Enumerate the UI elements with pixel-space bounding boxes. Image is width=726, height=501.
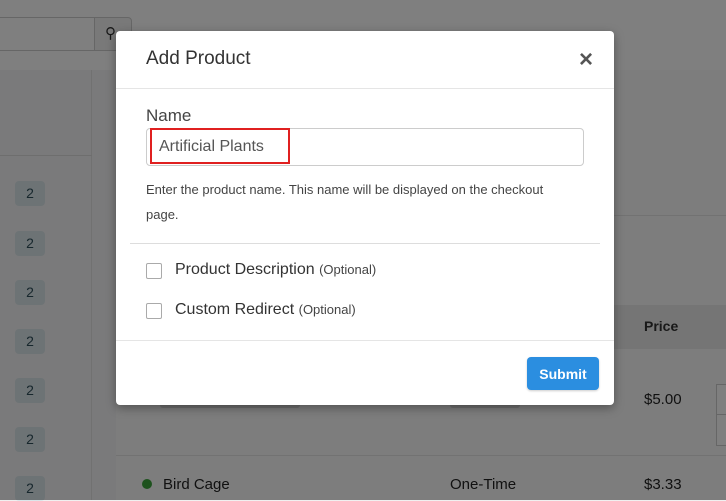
add-product-modal: Add Product × Name Enter the product nam… [116,31,614,405]
modal-footer-divider [116,340,614,341]
product-description-checkbox[interactable] [146,263,162,279]
name-label: Name [146,106,192,125]
option-label[interactable]: Product Description (Optional) [175,261,376,279]
product-name-input[interactable] [146,128,584,166]
custom-redirect-checkbox[interactable] [146,303,162,319]
modal-header: Add Product × [116,31,614,89]
option-label[interactable]: Custom Redirect (Optional) [175,301,356,319]
modal-title: Add Product [146,48,251,69]
name-help-text: Enter the product name. This name will b… [146,182,544,222]
option-label-text: Custom Redirect [175,301,295,318]
optional-tag: (Optional) [319,262,377,277]
close-icon[interactable]: × [579,46,593,74]
optional-tag: (Optional) [298,302,356,317]
option-label-text: Product Description [175,261,315,278]
modal-divider [130,243,600,244]
submit-button[interactable]: Submit [527,357,599,390]
